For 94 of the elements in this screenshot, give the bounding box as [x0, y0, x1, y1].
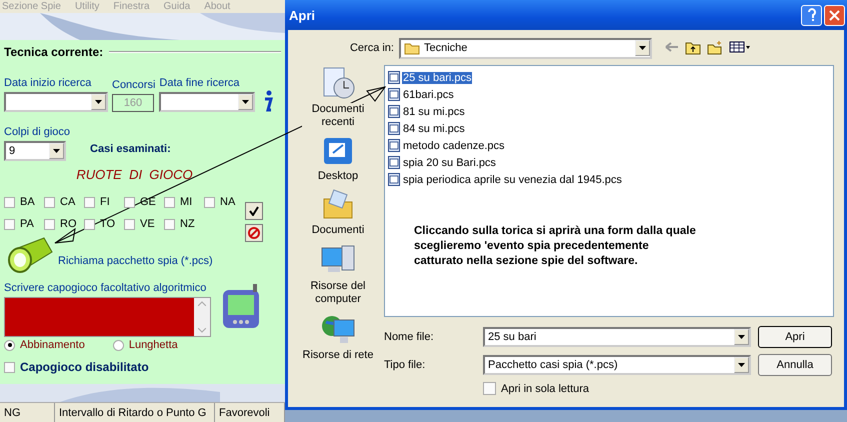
checkbox[interactable]: [4, 196, 15, 208]
document-icon: [388, 139, 400, 152]
checkbox-label: Capogioco disabilitato: [20, 360, 149, 374]
checkbox-label: GE: [140, 196, 156, 208]
plays-dropdown[interactable]: 9: [4, 141, 66, 161]
radio-button[interactable]: [4, 340, 15, 350]
checkbox-label: CA: [60, 196, 76, 208]
checkbox[interactable]: [84, 218, 95, 230]
file-type-dropdown[interactable]: Pacchetto casi spia (*.pcs): [483, 355, 751, 375]
checkbox-label: MI: [180, 196, 192, 208]
checkbox[interactable]: [164, 196, 175, 208]
checkbox-label: RO: [60, 218, 76, 230]
checkbox[interactable]: [483, 382, 496, 395]
checkbox-label: NZ: [180, 218, 195, 230]
folder-icon: [404, 42, 420, 54]
document-icon: [388, 122, 400, 135]
caret-icon: [242, 100, 250, 104]
caret-icon: [738, 363, 745, 367]
formula-field[interactable]: [4, 297, 211, 337]
file-list[interactable]: [384, 65, 834, 317]
document-icon: [388, 71, 400, 84]
file-item[interactable]: metodo cadenze.pcs: [402, 140, 506, 152]
caret-icon: [95, 100, 102, 104]
checkbox-label: PA: [20, 218, 34, 230]
checkbox[interactable]: [124, 218, 135, 230]
back-arrow-icon: [665, 41, 679, 53]
field-label: Scrivere capogioco facoltativo algoritmico: [4, 282, 208, 294]
file-item[interactable]: spia periodica aprile su venezia dal 1945.pcs: [402, 174, 623, 186]
clear-button[interactable]: [245, 224, 263, 242]
new-folder-icon: [707, 41, 723, 55]
checkbox[interactable]: [204, 196, 215, 208]
caret-icon: [738, 335, 745, 339]
help-icon: [806, 8, 816, 22]
file-item[interactable]: 25 su bari.pcs: [402, 72, 472, 84]
check-icon: [249, 206, 259, 216]
file-item[interactable]: 81 su mi.pcs: [402, 106, 466, 118]
end-date-dropdown[interactable]: [159, 92, 256, 112]
radio-label: Lunghetta: [128, 339, 178, 351]
wheels-title: RUOTE DI GIOCO: [76, 167, 193, 182]
document-icon: [388, 88, 400, 101]
look-in-dropdown[interactable]: Tecniche: [399, 38, 652, 58]
document-icon: [388, 156, 400, 169]
close-button[interactable]: [824, 4, 845, 26]
prohibited-icon: [248, 227, 260, 239]
annotation-text: Cliccando sulla torica si aprirà una form dalla quale sceglieremo 'evento spia precedentemente catturato nella sezione spie del software.: [414, 224, 696, 269]
file-name-field[interactable]: 25 su bari: [483, 327, 751, 347]
desktop-icon: [321, 135, 355, 167]
radio-label: Abbinamento: [20, 339, 85, 351]
checkbox[interactable]: [84, 196, 95, 208]
scroll-down-icon: [198, 328, 206, 333]
checkbox[interactable]: [44, 218, 55, 230]
caret-icon: [53, 149, 60, 153]
checkbox[interactable]: [44, 196, 55, 208]
checkbox[interactable]: [4, 218, 15, 230]
checkbox-label: Apri in sola lettura: [501, 382, 590, 394]
field-label: Data fine ricerca: [159, 77, 240, 89]
status-bar-cell: Intervallo di Ritardo o Punto G: [55, 403, 215, 422]
folder-icon: [321, 189, 355, 221]
field-label: Cerca in:: [348, 42, 394, 54]
scroll-up-icon: [198, 301, 206, 306]
start-date-dropdown[interactable]: [4, 92, 108, 112]
folder-up-icon: [685, 41, 701, 55]
cases-label: Casi esaminati:: [90, 143, 171, 155]
confirm-button[interactable]: [245, 202, 263, 220]
help-button[interactable]: [801, 4, 822, 26]
checkbox[interactable]: [164, 218, 175, 230]
field-label: Data inizio ricerca: [4, 77, 92, 89]
checkbox-label: VE: [140, 218, 155, 230]
file-item[interactable]: spia 20 su Bari.pcs: [402, 156, 497, 168]
checkbox-label: FI: [100, 196, 110, 208]
load-package-link[interactable]: Richiama pacchetto spia (*.pcs): [58, 255, 213, 267]
close-icon: [829, 10, 840, 20]
place-shortcut[interactable]: Desktop: [318, 170, 358, 183]
field-label: Tipo file:: [384, 359, 426, 371]
document-icon: [388, 173, 400, 186]
view-menu-icon: [729, 41, 751, 53]
file-item[interactable]: 61bari.pcs: [402, 88, 455, 100]
window-title: Apri: [289, 8, 315, 22]
field-label: Nome file:: [384, 331, 435, 343]
field-label: Concorsi: [112, 79, 156, 91]
caret-icon: [639, 46, 646, 50]
checkbox-label: TO: [100, 218, 116, 230]
cancel-button[interactable]: Annulla: [758, 354, 832, 376]
file-item[interactable]: 84 su mi.pcs: [402, 122, 466, 134]
checkbox[interactable]: [4, 362, 15, 372]
field-label: Colpi di gioco: [4, 126, 70, 138]
radio-button[interactable]: [112, 340, 124, 350]
open-button[interactable]: Apri: [758, 326, 832, 348]
document-icon: [388, 105, 400, 118]
checkbox-label: BA: [20, 196, 35, 208]
checkbox-label: NA: [220, 196, 236, 208]
checkbox[interactable]: [124, 196, 135, 208]
section-title: Tecnica corrente:: [4, 45, 104, 59]
status-bar-cell: NG: [0, 403, 55, 422]
